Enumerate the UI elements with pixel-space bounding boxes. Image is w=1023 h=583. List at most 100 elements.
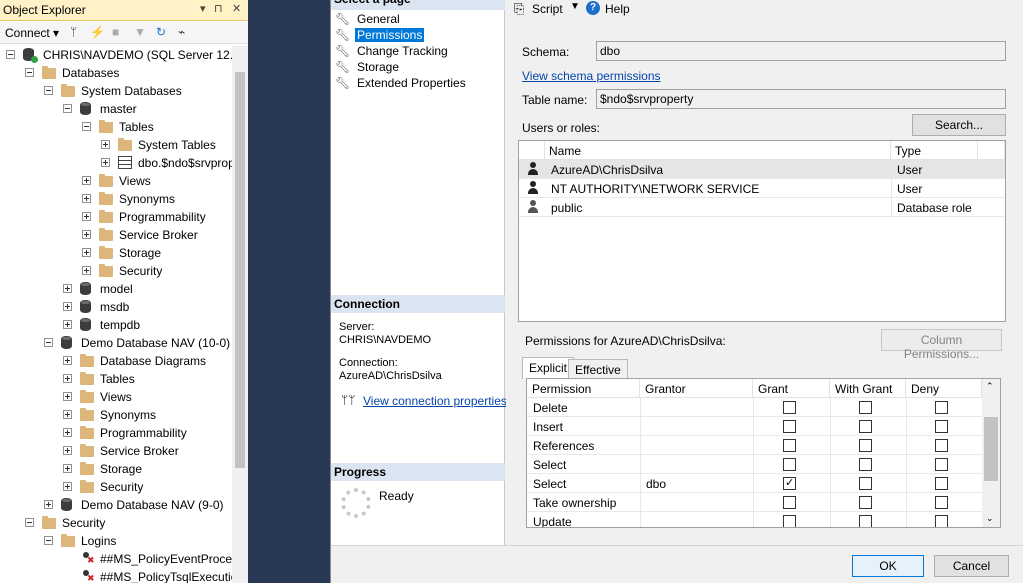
collapse-icon[interactable] <box>44 86 53 95</box>
tree-node[interactable]: Views <box>0 388 232 406</box>
tree-node[interactable]: tempdb <box>0 316 232 334</box>
tree-node[interactable]: System Databases <box>0 82 232 100</box>
with-grant-checkbox[interactable] <box>859 477 872 490</box>
expand-icon[interactable] <box>63 464 72 473</box>
search-button[interactable]: Search... <box>912 114 1006 136</box>
perm-column-grantor[interactable]: Grantor <box>640 379 753 398</box>
script-button[interactable]: Script <box>532 2 563 16</box>
deny-checkbox[interactable] <box>935 439 948 452</box>
ok-button[interactable]: OK <box>852 555 924 577</box>
deny-checkbox[interactable] <box>935 496 948 509</box>
tree-node[interactable]: Database Diagrams <box>0 352 232 370</box>
tree-node[interactable]: Synonyms <box>0 406 232 424</box>
collapse-icon[interactable] <box>44 536 53 545</box>
expand-icon[interactable] <box>63 356 72 365</box>
perm-column-deny[interactable]: Deny <box>906 379 982 398</box>
grant-checkbox[interactable] <box>783 496 796 509</box>
scroll-up-icon[interactable]: ⌃ <box>986 381 994 392</box>
tree-node[interactable]: System Tables <box>0 136 232 154</box>
tree-node[interactable]: Tables <box>0 370 232 388</box>
pin-icon[interactable]: ⊓ <box>214 2 223 15</box>
with-grant-checkbox[interactable] <box>859 420 872 433</box>
expand-icon[interactable] <box>63 374 72 383</box>
tab-effective[interactable]: Effective <box>568 359 628 379</box>
schema-field[interactable]: dbo <box>596 41 1006 61</box>
users-column-name[interactable]: Name <box>545 141 891 160</box>
tree-node[interactable]: Databases <box>0 64 232 82</box>
deny-checkbox[interactable] <box>935 458 948 471</box>
deny-checkbox[interactable] <box>935 401 948 414</box>
dropdown-icon[interactable]: ▾ <box>200 2 206 15</box>
close-icon[interactable]: ✕ <box>232 2 241 15</box>
collapse-icon[interactable] <box>63 104 72 113</box>
expand-icon[interactable] <box>63 320 72 329</box>
expand-icon[interactable] <box>82 266 91 275</box>
with-grant-checkbox[interactable] <box>859 458 872 471</box>
tree-node[interactable]: Programmability <box>0 208 232 226</box>
expand-icon[interactable] <box>82 176 91 185</box>
perm-column-permission[interactable]: Permission <box>527 379 640 398</box>
grant-checkbox[interactable] <box>783 401 796 414</box>
collapse-icon[interactable] <box>82 122 91 131</box>
scrollbar-thumb[interactable] <box>235 72 245 468</box>
perm-column-grant[interactable]: Grant <box>753 379 830 398</box>
users-grid-row[interactable]: public Database role <box>519 198 1005 217</box>
grant-checkbox[interactable] <box>783 476 796 490</box>
tree-node[interactable]: Synonyms <box>0 190 232 208</box>
tree-node[interactable]: Security <box>0 262 232 280</box>
permissions-scrollbar[interactable]: ⌃ ⌄ <box>982 379 1000 527</box>
expand-icon[interactable] <box>82 212 91 221</box>
expand-icon[interactable] <box>101 158 110 167</box>
tree-node[interactable]: msdb <box>0 298 232 316</box>
tree-node[interactable]: ##MS_PolicyEventProces <box>0 550 232 568</box>
script-dropdown-icon[interactable]: ▼ <box>570 1 580 12</box>
tree-node[interactable]: master <box>0 100 232 118</box>
table-name-field[interactable]: $ndo$srvproperty <box>596 89 1006 109</box>
tree-node[interactable]: Security <box>0 478 232 496</box>
cancel-button[interactable]: Cancel <box>934 555 1009 577</box>
tree-node[interactable]: Logins <box>0 532 232 550</box>
deny-checkbox[interactable] <box>935 420 948 433</box>
view-schema-permissions-link[interactable]: View schema permissions <box>522 69 661 83</box>
tree-node[interactable]: Programmability <box>0 424 232 442</box>
grant-checkbox[interactable] <box>783 458 796 471</box>
expand-icon[interactable] <box>82 194 91 203</box>
users-grid-row[interactable]: AzureAD\ChrisDsilva User <box>519 160 1005 179</box>
tree-node[interactable]: Demo Database NAV (10-0) <box>0 334 232 352</box>
connect-button[interactable]: Connect ▾ <box>5 26 59 40</box>
users-grid-row[interactable]: NT AUTHORITY\NETWORK SERVICE User <box>519 179 1005 198</box>
perm-column-with-grant[interactable]: With Grant <box>830 379 906 398</box>
tree-node[interactable]: model <box>0 280 232 298</box>
tree-node[interactable]: Storage <box>0 244 232 262</box>
collapse-icon[interactable] <box>44 338 53 347</box>
expand-icon[interactable] <box>63 410 72 419</box>
object-explorer-scrollbar[interactable] <box>232 46 248 583</box>
grant-checkbox[interactable] <box>783 515 796 527</box>
users-column-type[interactable]: Type <box>891 141 978 160</box>
deny-checkbox[interactable] <box>935 477 948 490</box>
activity-monitor-icon[interactable]: ⌁ <box>178 25 185 39</box>
tree-node[interactable]: dbo.$ndo$srvprop <box>0 154 232 172</box>
stop-icon[interactable]: ■ <box>112 25 119 39</box>
tree-node[interactable]: Views <box>0 172 232 190</box>
with-grant-checkbox[interactable] <box>859 515 872 527</box>
tree-node[interactable]: Tables <box>0 118 232 136</box>
help-button[interactable]: Help <box>605 2 630 16</box>
with-grant-checkbox[interactable] <box>859 439 872 452</box>
scroll-down-icon[interactable]: ⌄ <box>986 513 994 524</box>
connect-plug-icon[interactable]: ᛘ <box>70 25 77 39</box>
tree-node[interactable]: Security <box>0 514 232 532</box>
expand-icon[interactable] <box>63 392 72 401</box>
grant-checkbox[interactable] <box>783 420 796 433</box>
expand-icon[interactable] <box>63 284 72 293</box>
collapse-icon[interactable] <box>25 518 34 527</box>
expand-icon[interactable] <box>101 140 110 149</box>
column-permissions-button[interactable]: Column Permissions... <box>881 329 1002 361</box>
collapse-icon[interactable] <box>6 50 15 59</box>
deny-checkbox[interactable] <box>935 515 948 527</box>
expand-icon[interactable] <box>63 302 72 311</box>
collapse-icon[interactable] <box>25 68 34 77</box>
tree-node[interactable]: ##MS_PolicyTsqlExecutio <box>0 568 232 583</box>
tree-node[interactable]: Service Broker <box>0 226 232 244</box>
expand-icon[interactable] <box>63 446 72 455</box>
